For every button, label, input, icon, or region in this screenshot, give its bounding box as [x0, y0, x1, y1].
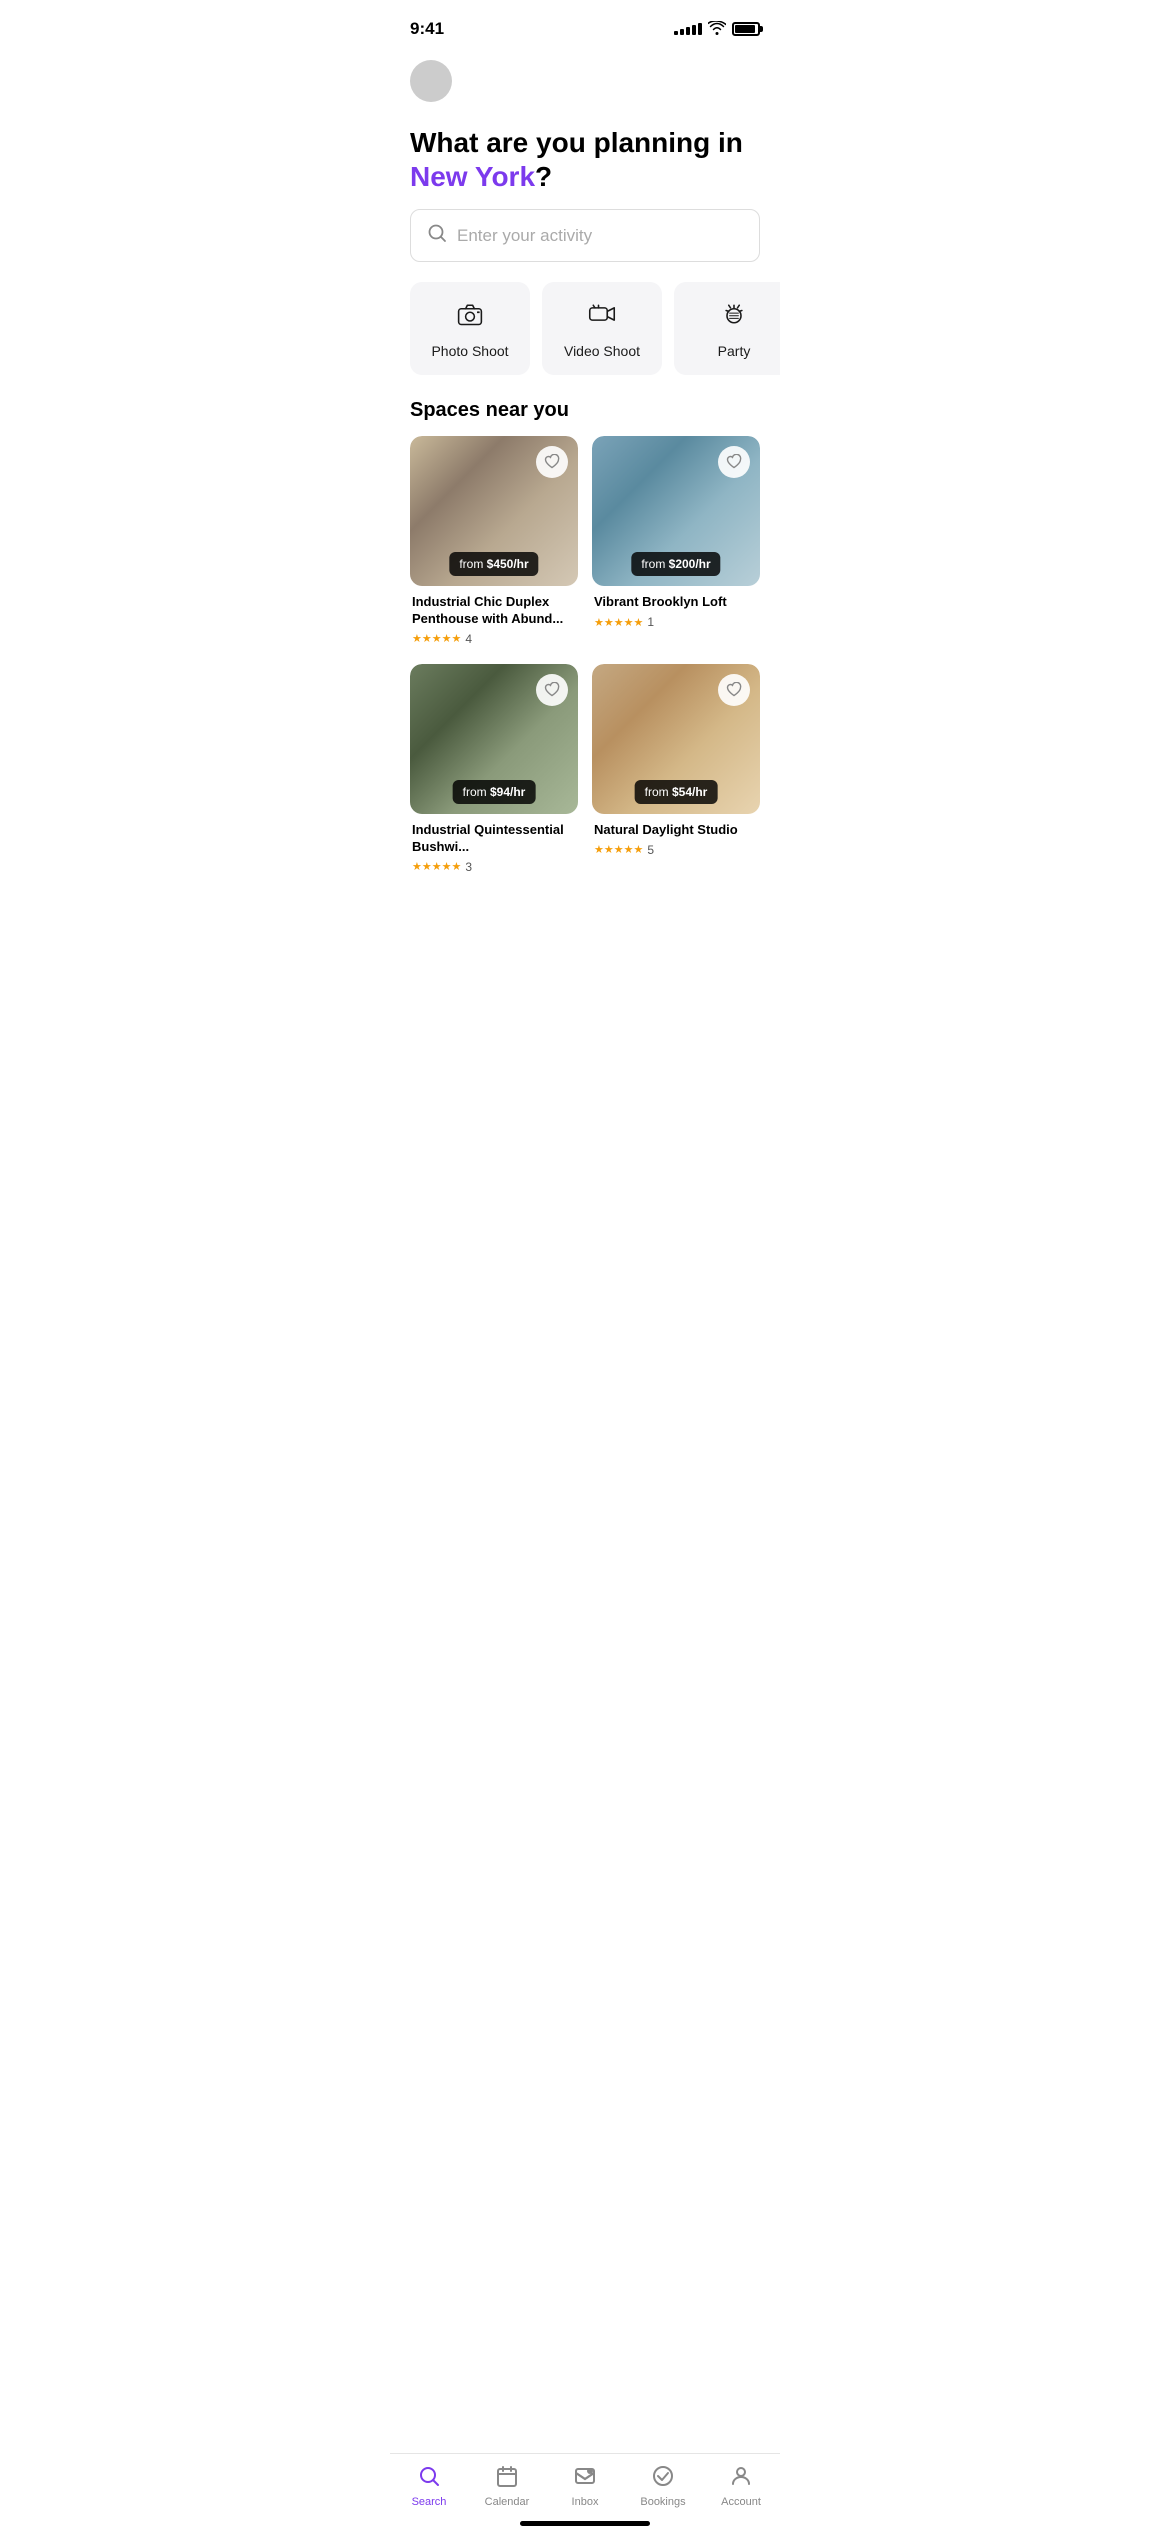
- nav-label-calendar: Calendar: [485, 2496, 530, 2508]
- disco-icon: [720, 300, 748, 333]
- heading-line2: New York?: [410, 160, 760, 194]
- stars-duplex: ★★★★★: [412, 632, 461, 645]
- space-info-industrial: Industrial Quintessential Bushwi... ★★★★…: [410, 814, 578, 878]
- space-name-industrial: Industrial Quintessential Bushwi...: [412, 822, 576, 856]
- nav-label-search: Search: [412, 2496, 447, 2508]
- nav-item-account[interactable]: Account: [711, 2464, 771, 2508]
- nav-item-inbox[interactable]: Inbox: [555, 2464, 615, 2508]
- signal-bars-icon: [674, 23, 702, 35]
- nav-icon-search: [417, 2464, 441, 2492]
- battery-icon: [732, 22, 760, 36]
- space-rating-brooklyn: ★★★★★ 1: [594, 615, 758, 629]
- nav-item-calendar[interactable]: Calendar: [477, 2464, 537, 2508]
- city-name: New York: [410, 161, 535, 192]
- space-name-brooklyn: Vibrant Brooklyn Loft: [594, 594, 758, 611]
- review-count-daylight: 5: [647, 843, 654, 857]
- space-rating-daylight: ★★★★★ 5: [594, 843, 758, 857]
- favorite-button-duplex[interactable]: [536, 446, 568, 478]
- space-info-daylight: Natural Daylight Studio ★★★★★ 5: [592, 814, 760, 861]
- category-card-photo-shoot[interactable]: Photo Shoot: [410, 282, 530, 375]
- space-card-industrial[interactable]: from $94/hr Industrial Quintessential Bu…: [410, 664, 578, 878]
- status-icons: [674, 21, 760, 38]
- status-time: 9:41: [410, 19, 444, 39]
- category-label-photo-shoot: Photo Shoot: [431, 343, 508, 359]
- space-info-duplex: Industrial Chic Duplex Penthouse with Ab…: [410, 586, 578, 650]
- space-rating-duplex: ★★★★★ 4: [412, 632, 576, 646]
- space-image-duplex: from $450/hr: [410, 436, 578, 586]
- space-card-brooklyn[interactable]: from $200/hr Vibrant Brooklyn Loft ★★★★★…: [592, 436, 760, 650]
- avatar[interactable]: [410, 60, 452, 102]
- nav-icon-calendar: [495, 2464, 519, 2492]
- spaces-section-title: Spaces near you: [390, 399, 780, 436]
- search-icon: [427, 223, 447, 248]
- heading-line1: What are you planning in: [410, 126, 760, 160]
- stars-industrial: ★★★★★: [412, 860, 461, 873]
- price-amount-brooklyn: $200/hr: [669, 557, 711, 571]
- heading-punctuation: ?: [535, 161, 552, 192]
- nav-label-account: Account: [721, 2496, 761, 2508]
- stars-brooklyn: ★★★★★: [594, 616, 643, 629]
- categories-scroll: Photo Shoot Video Shoot Party: [390, 282, 780, 399]
- price-amount-duplex: $450/hr: [487, 557, 529, 571]
- wifi-icon: [708, 21, 726, 38]
- search-bar[interactable]: Enter your activity: [410, 209, 760, 262]
- price-prefix-brooklyn: from: [641, 557, 668, 571]
- search-input-placeholder[interactable]: Enter your activity: [457, 226, 592, 246]
- price-amount-daylight: $54/hr: [672, 785, 707, 799]
- review-count-industrial: 3: [465, 860, 472, 874]
- space-card-daylight[interactable]: from $54/hr Natural Daylight Studio ★★★★…: [592, 664, 760, 878]
- price-prefix-industrial: from: [463, 785, 490, 799]
- nav-label-inbox: Inbox: [572, 2496, 599, 2508]
- nav-item-bookings[interactable]: Bookings: [633, 2464, 693, 2508]
- search-container: Enter your activity: [390, 209, 780, 282]
- review-count-duplex: 4: [465, 632, 472, 646]
- category-label-video-shoot: Video Shoot: [564, 343, 640, 359]
- price-badge-brooklyn: from $200/hr: [631, 552, 720, 576]
- price-prefix-duplex: from: [459, 557, 486, 571]
- space-image-daylight: from $54/hr: [592, 664, 760, 814]
- space-name-daylight: Natural Daylight Studio: [594, 822, 758, 839]
- nav-item-search[interactable]: Search: [399, 2464, 459, 2508]
- price-prefix-daylight: from: [645, 785, 672, 799]
- review-count-brooklyn: 1: [647, 615, 654, 629]
- avatar-container: [390, 50, 780, 102]
- nav-icon-inbox: [573, 2464, 597, 2492]
- favorite-button-industrial[interactable]: [536, 674, 568, 706]
- home-indicator: [520, 2521, 650, 2526]
- heading-section: What are you planning in New York?: [390, 102, 780, 209]
- favorite-button-daylight[interactable]: [718, 674, 750, 706]
- price-badge-daylight: from $54/hr: [635, 780, 718, 804]
- price-amount-industrial: $94/hr: [490, 785, 525, 799]
- nav-icon-account: [729, 2464, 753, 2492]
- nav-label-bookings: Bookings: [640, 2496, 685, 2508]
- stars-daylight: ★★★★★: [594, 843, 643, 856]
- status-bar: 9:41: [390, 0, 780, 50]
- video-icon: [588, 300, 616, 333]
- category-card-party[interactable]: Party: [674, 282, 780, 375]
- camera-icon: [456, 300, 484, 333]
- spaces-grid: from $450/hr Industrial Chic Duplex Pent…: [390, 436, 780, 878]
- space-image-brooklyn: from $200/hr: [592, 436, 760, 586]
- nav-icon-bookings: [651, 2464, 675, 2492]
- favorite-button-brooklyn[interactable]: [718, 446, 750, 478]
- category-label-party: Party: [718, 343, 751, 359]
- space-info-brooklyn: Vibrant Brooklyn Loft ★★★★★ 1: [592, 586, 760, 633]
- category-card-video-shoot[interactable]: Video Shoot: [542, 282, 662, 375]
- price-badge-duplex: from $450/hr: [449, 552, 538, 576]
- space-rating-industrial: ★★★★★ 3: [412, 860, 576, 874]
- space-card-duplex[interactable]: from $450/hr Industrial Chic Duplex Pent…: [410, 436, 578, 650]
- space-image-industrial: from $94/hr: [410, 664, 578, 814]
- price-badge-industrial: from $94/hr: [453, 780, 536, 804]
- space-name-duplex: Industrial Chic Duplex Penthouse with Ab…: [412, 594, 576, 628]
